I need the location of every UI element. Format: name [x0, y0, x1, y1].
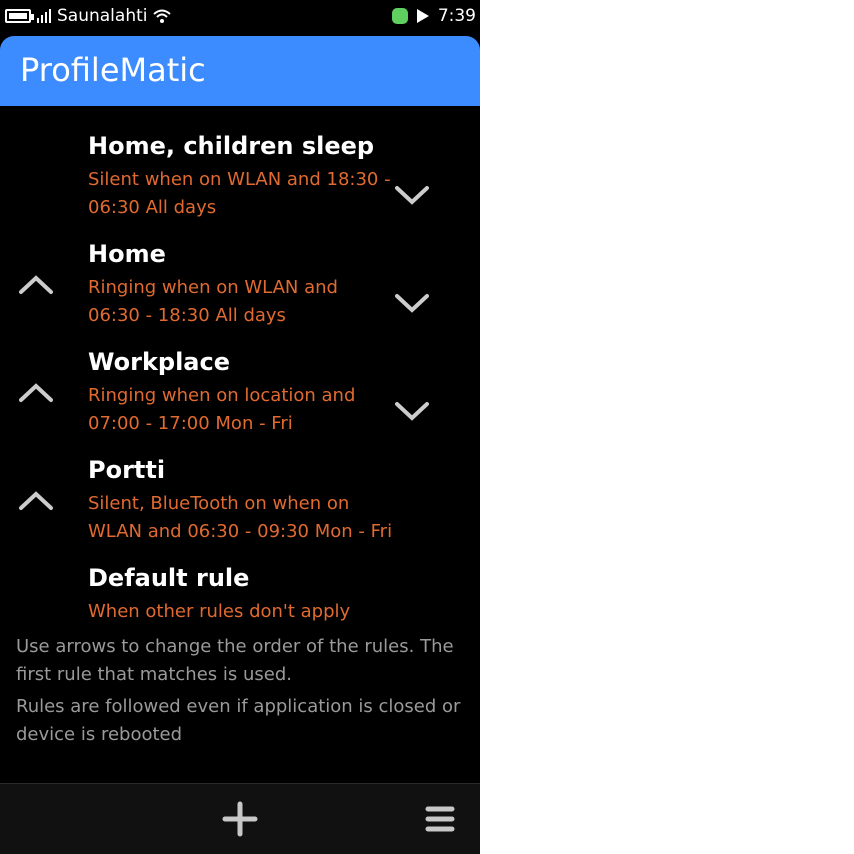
notification-icon — [416, 9, 429, 23]
rule-name: Home, children sleep — [88, 132, 375, 160]
rule-item[interactable]: Home, children sleep Silent when on WLAN… — [0, 132, 480, 236]
move-up-button[interactable] — [11, 376, 61, 416]
chevron-down-icon — [395, 294, 429, 313]
help-text: Use arrows to change the order of the ru… — [16, 636, 454, 685]
menu-button[interactable] — [415, 794, 465, 844]
carrier-name: Saunalahti — [57, 6, 148, 26]
rule-item[interactable]: Home Ringing when on WLAN and 06:30 - 18… — [0, 240, 480, 344]
app-title: ProfileMatic — [20, 51, 206, 89]
rule-name: Home — [88, 240, 166, 268]
rule-description: Ringing when on location and 07:00 - 17:… — [88, 385, 356, 434]
green-status-icon — [391, 8, 408, 24]
app-header: ProfileMatic — [0, 36, 480, 106]
move-down-button[interactable] — [387, 392, 437, 432]
rule-name: Default rule — [88, 564, 250, 592]
move-down-button[interactable] — [387, 176, 437, 216]
chevron-up-icon — [19, 275, 53, 294]
add-icon — [222, 801, 258, 837]
rule-name: Portti — [88, 456, 166, 484]
rule-description: Ringing when on WLAN and 06:30 - 18:30 A… — [88, 277, 338, 326]
rule-item[interactable]: Portti Silent, BlueTooth on when on WLAN… — [0, 456, 480, 560]
rule-description: Silent when on WLAN and 18:30 - 06:30 Al… — [88, 169, 391, 218]
chevron-down-icon — [395, 186, 429, 205]
move-up-button[interactable] — [11, 268, 61, 308]
signal-bars-icon — [37, 9, 51, 23]
status-bar: Saunalahti 7:39 — [0, 0, 480, 34]
help-text: Rules are followed even if application i… — [16, 696, 461, 745]
move-down-button[interactable] — [387, 284, 437, 324]
battery-icon — [5, 9, 34, 23]
app-screen: Saunalahti 7:39 ProfileMatic Home, child… — [0, 0, 480, 854]
rule-description: Silent, BlueTooth on when on WLAN and 06… — [88, 493, 393, 542]
rule-description: When other rules don't apply — [88, 601, 351, 622]
bottom-toolbar — [0, 783, 480, 854]
clock: 7:39 — [437, 6, 476, 26]
rule-item[interactable]: Default rule When other rules don't appl… — [0, 564, 480, 624]
menu-icon — [425, 806, 455, 832]
chevron-up-icon — [19, 491, 53, 510]
rule-item[interactable]: Workplace Ringing when on location and 0… — [0, 348, 480, 452]
rule-name: Workplace — [88, 348, 231, 376]
wifi-icon — [153, 9, 172, 23]
move-up-button[interactable] — [11, 484, 61, 524]
chevron-down-icon — [395, 402, 429, 421]
chevron-up-icon — [19, 383, 53, 402]
add-rule-button[interactable] — [215, 794, 265, 844]
